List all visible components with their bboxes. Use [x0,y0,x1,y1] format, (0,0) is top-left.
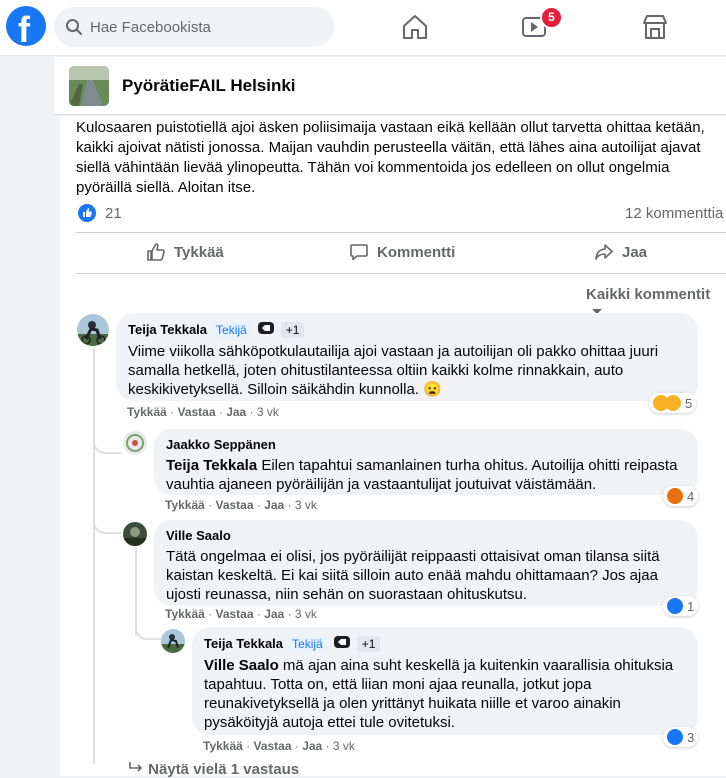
post-text: Kulosaaren puistotiellä ajoi äsken polii… [76,119,705,196]
like-reaction-icon [667,729,683,745]
post-reaction-summary[interactable]: 21 [78,204,122,222]
top-navigation-bar: f 5 [0,0,726,56]
comment-reactions[interactable]: 4 [663,486,699,506]
mention-link[interactable]: Teija Tekkala [166,457,257,474]
comment-icon [350,244,368,261]
thumbs-up-icon [147,243,165,261]
comment-timestamp[interactable]: 3 vk [333,739,355,753]
facebook-logo-letter: f [18,9,30,50]
like-reaction-icon [667,598,683,614]
search-box[interactable] [54,7,334,47]
avatar[interactable] [77,314,109,346]
facebook-logo[interactable]: f [6,6,46,50]
thread-connector [93,440,121,454]
comment-sort-label: Kaikki kommentit [586,286,711,303]
comment-bubble: Ville Saalo Tätä ongelmaa ei olisi, jos … [154,520,698,606]
avatar[interactable] [123,522,147,546]
search-input[interactable] [90,7,320,47]
like-button-label: Tykkää [174,243,224,261]
comment-author[interactable]: Jaakko Seppänen [166,437,276,452]
comment-author[interactable]: Teija Tekkala [204,636,283,651]
divider [76,273,726,274]
like-button[interactable]: Tykkää [146,242,224,262]
comment-bubble: Teija Tekkala Tekijä +1 Ville Saalo mä a… [192,627,698,735]
group-thumbnail[interactable] [69,66,109,106]
comment-share-link[interactable]: Jaa [302,739,322,753]
comment-timestamp[interactable]: 3 vk [295,498,317,512]
comment-reactions[interactable]: 1 [663,596,699,616]
comment-reply-link[interactable]: Vastaa [215,607,253,621]
comment-reactions[interactable]: 3 [663,727,699,747]
comment-reply-link[interactable]: Vastaa [215,498,253,512]
author-tag: Tekijä [212,321,251,338]
group-name[interactable]: PyörätieFAIL Helsinki [122,76,296,96]
comment-bubble: Jaakko Seppänen Teija Tekkala Eilen tapa… [154,429,698,495]
video-notification-badge: 5 [540,6,563,29]
top-fan-badge-icon [333,635,351,652]
comment-timestamp[interactable]: 3 vk [295,607,317,621]
share-button[interactable]: Jaa [594,242,647,262]
post-comment-count[interactable]: 12 kommenttia [625,205,723,222]
badge-count[interactable]: +1 [280,321,305,338]
wow-reaction-icon [665,395,681,411]
mention-link[interactable]: Ville Saalo [204,657,279,674]
comment-meta: Tykkää · Vastaa · Jaa · 3 vk [203,739,355,753]
comment-author[interactable]: Teija Tekkala [128,322,207,337]
comment-button-label: Kommentti [377,243,456,261]
comment-like-link[interactable]: Tykkää [165,498,205,512]
comment-share-link[interactable]: Jaa [264,607,284,621]
comment-like-link[interactable]: Tykkää [203,739,243,753]
comment-meta: Tykkää · Vastaa · Jaa · 3 vk [165,607,317,621]
comment-share-link[interactable]: Jaa [226,405,246,419]
comment-reactions[interactable]: 5 [649,393,697,413]
comment-button[interactable]: Kommentti [349,242,455,262]
like-reaction-icon [78,204,96,222]
reaction-count: 1 [687,598,695,614]
comment-text: Viime viikolla sähköpotkulautailija ajoi… [128,343,659,398]
avatar[interactable] [123,431,147,455]
group-header: PyörätieFAIL Helsinki [54,57,726,115]
reaction-count: 4 [687,488,695,504]
author-tag: Tekijä [288,635,327,652]
thread-line [93,348,95,764]
reaction-count: 5 [685,395,693,411]
thread-line [135,548,137,636]
comment-timestamp[interactable]: 3 vk [257,405,279,419]
post-card: Kulosaaren puistotiellä ajoi äsken polii… [60,116,726,778]
comment-reply-link[interactable]: Vastaa [177,405,215,419]
post-like-count: 21 [105,205,122,222]
thread-connector [135,626,161,640]
share-button-label: Jaa [622,243,648,261]
search-icon [66,19,82,35]
angry-reaction-icon [667,488,683,504]
comment-share-link[interactable]: Jaa [264,498,284,512]
reaction-count: 3 [687,729,695,745]
comment-like-link[interactable]: Tykkää [165,607,205,621]
comment-like-link[interactable]: Tykkää [127,405,167,419]
comment-meta: Tykkää · Vastaa · Jaa · 3 vk [165,498,317,512]
comment-author[interactable]: Ville Saalo [166,528,231,543]
share-icon [595,244,613,260]
marketplace-icon[interactable] [640,12,670,42]
comment-text: Tätä ongelmaa ei olisi, jos pyöräilijät … [166,548,660,603]
comment-reply-link[interactable]: Vastaa [253,739,291,753]
badge-count[interactable]: +1 [356,635,381,652]
top-fan-badge-icon [257,321,275,338]
home-icon[interactable] [400,12,430,42]
divider [76,232,726,233]
show-more-replies-label: Näytä vielä 1 vastaus [148,761,300,778]
avatar[interactable] [161,629,185,653]
reply-arrow-icon [129,762,143,772]
comment-meta: Tykkää · Vastaa · Jaa · 3 vk [127,405,279,419]
thread-connector [93,520,121,534]
comment-bubble: Teija Tekkala Tekijä +1 Viime viikolla s… [116,313,698,401]
show-more-replies-link[interactable]: Näytä vielä 1 vastaus [128,761,299,778]
